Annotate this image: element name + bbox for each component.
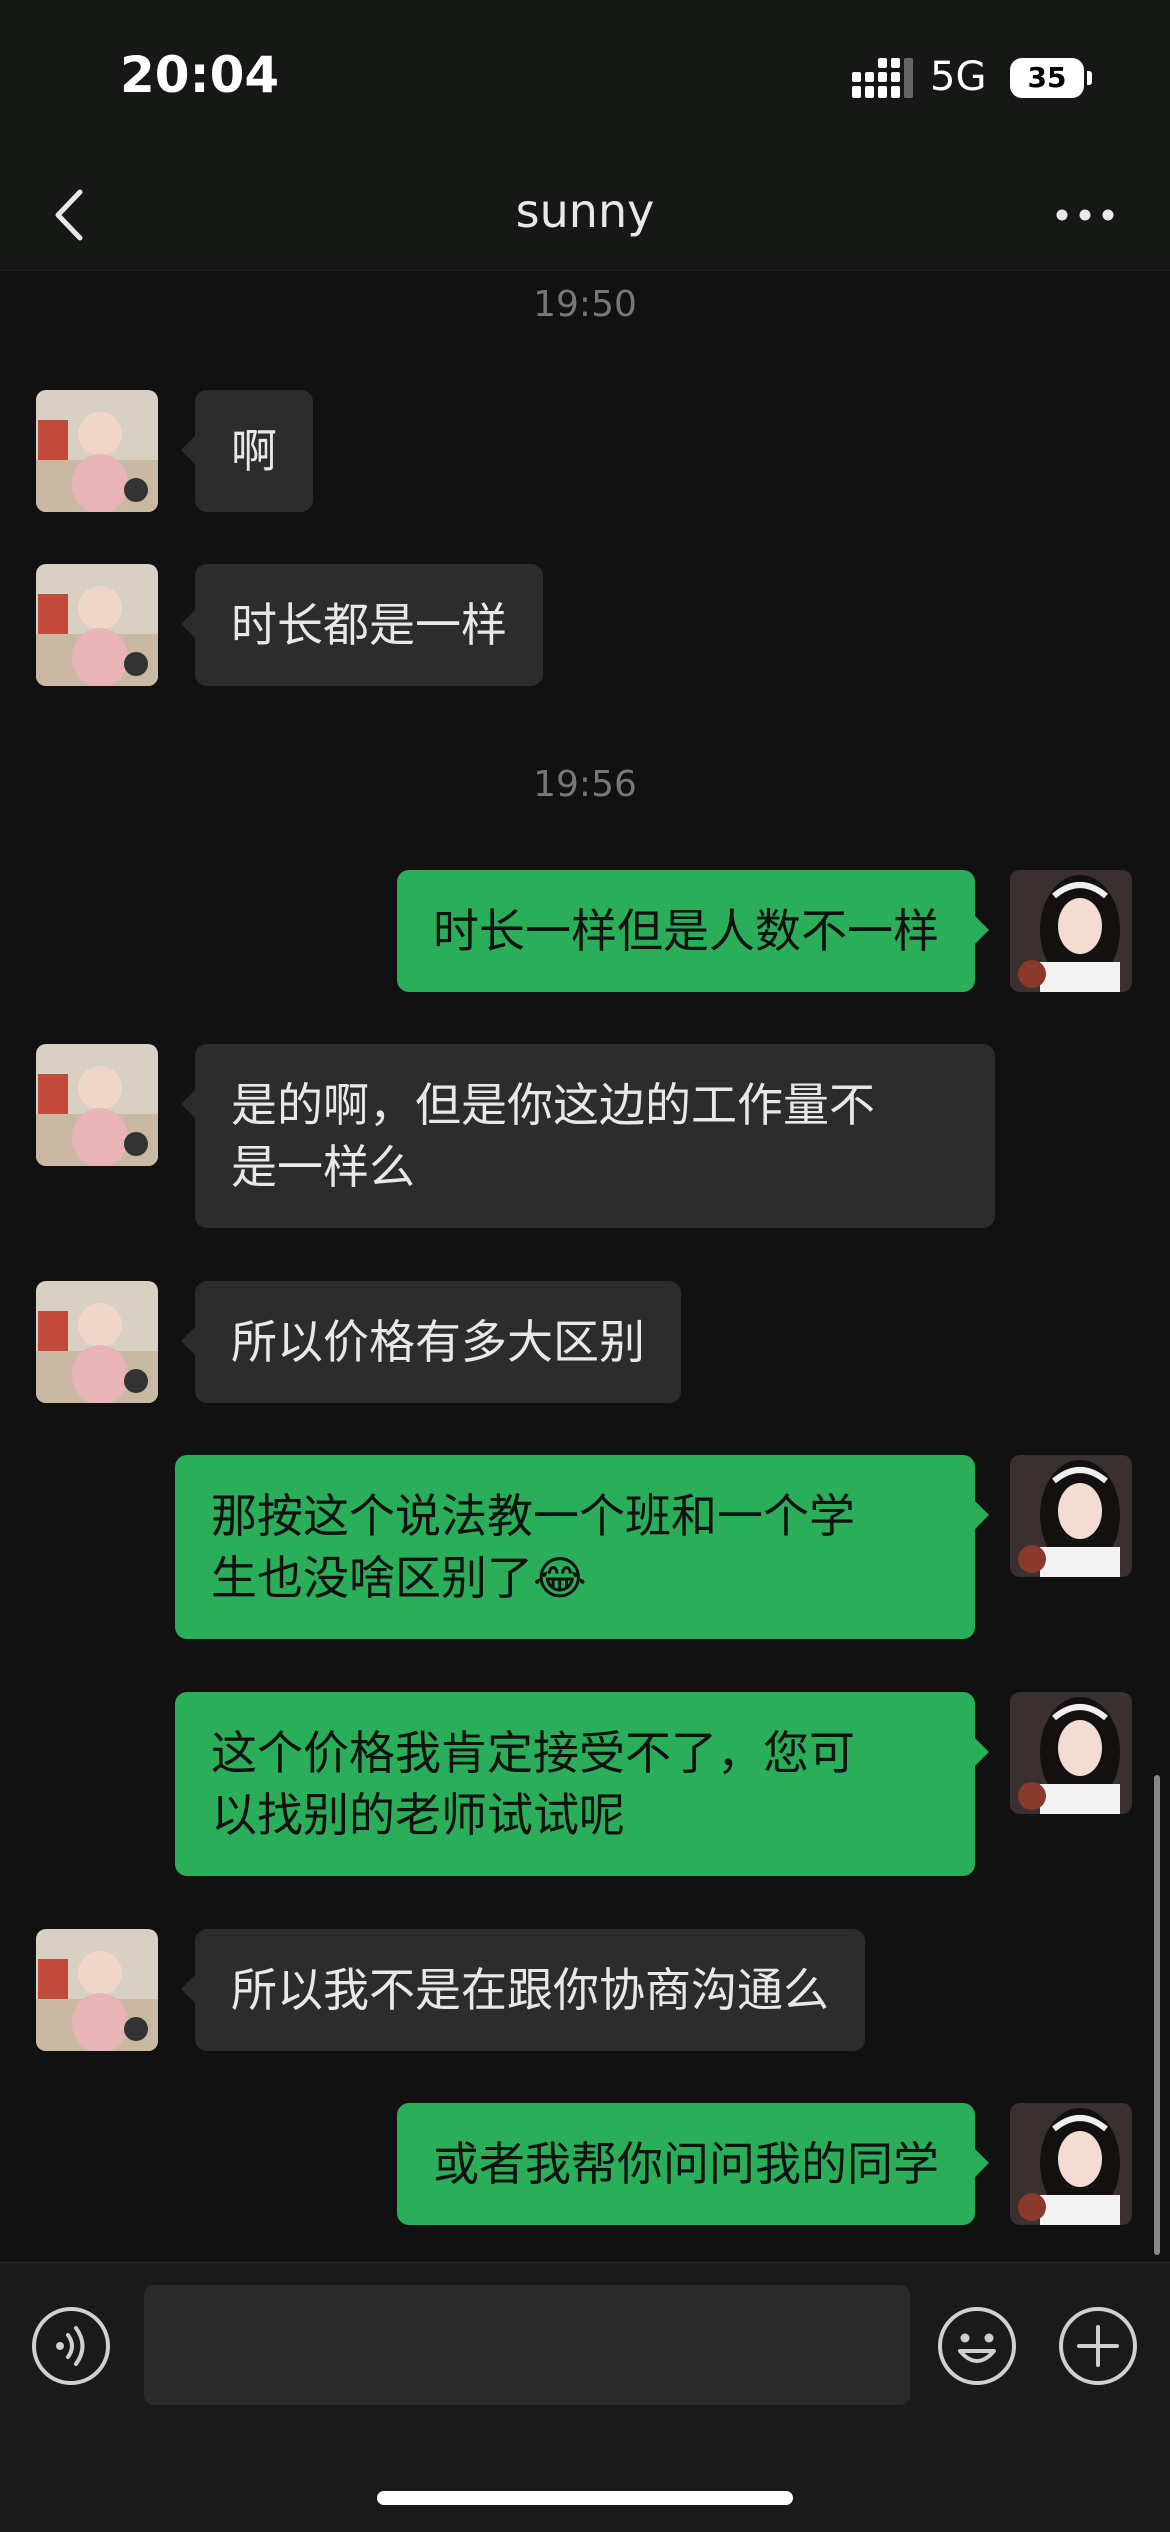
message-line: 以找别的老师试试呢 [211,1788,625,1842]
emoji-icon[interactable] [936,2305,1018,2387]
scrollbar[interactable] [1154,1775,1160,2255]
message-line: 是的啊，但是你这边的工作量不 [231,1078,875,1132]
contact-avatar[interactable] [36,1044,158,1166]
message-bubble-sent[interactable]: 时长一样但是人数不一样 [397,870,989,992]
input-bar [0,2262,1170,2532]
battery-icon: 35 [1010,58,1084,98]
my-avatar[interactable] [1010,870,1132,992]
message-bubble-received[interactable]: 所以价格有多大区别 [181,1281,681,1403]
signal-icon [852,58,913,98]
contact-avatar[interactable] [36,1281,158,1403]
my-avatar[interactable] [1010,1455,1132,1577]
message-bubble-received[interactable]: 啊 [181,390,313,512]
plus-icon[interactable] [1057,2305,1139,2387]
contact-avatar[interactable] [36,390,158,512]
message-bubble-sent[interactable]: 这个价格我肯定接受不了，您可 以找别的老师试试呢 [175,1692,989,1876]
voice-icon[interactable] [30,2305,112,2387]
my-avatar[interactable] [1010,1692,1132,1814]
network-type: 5G [930,54,987,100]
message-input[interactable] [144,2285,910,2405]
battery-level: 35 [1027,61,1067,94]
nav-bar: sunny [0,160,1170,271]
timestamp: 19:56 [533,764,637,805]
message-line: 这个价格我肯定接受不了，您可 [211,1726,855,1780]
message-bubble-received[interactable]: 是的啊，但是你这边的工作量不 是一样么 [181,1044,995,1228]
status-bar: 20:04 5G 35 [0,0,1170,160]
chat-title: sunny [515,184,655,238]
home-indicator[interactable] [377,2491,793,2505]
message-line: 是一样么 [231,1140,415,1194]
more-dots-icon[interactable] [1050,180,1120,250]
my-avatar[interactable] [1010,2103,1132,2225]
status-time: 20:04 [120,46,280,104]
contact-avatar[interactable] [36,1929,158,2051]
message-bubble-sent[interactable]: 那按这个说法教一个班和一个学 生也没啥区别了😂 [175,1455,989,1639]
timestamp: 19:50 [533,284,637,325]
message-bubble-received[interactable]: 所以我不是在跟你协商沟通么 [181,1929,865,2051]
message-bubble-received[interactable]: 时长都是一样 [181,564,543,686]
message-list[interactable]: 19:50 啊 时长都是一样 19:56 时长一样但是人数不一样 是的啊，但是你… [0,270,1170,2260]
message-line: 那按这个说法教一个班和一个学 [211,1489,855,1543]
chat-screen: 20:04 5G 35 sunny 19:50 啊 时长都是一样 19:56 时… [0,0,1170,2532]
message-line: 生也没啥区别了😂 [211,1551,587,1605]
message-bubble-sent[interactable]: 或者我帮你问问我的同学 [397,2103,989,2225]
contact-avatar[interactable] [36,564,158,686]
battery-tip [1087,71,1092,85]
